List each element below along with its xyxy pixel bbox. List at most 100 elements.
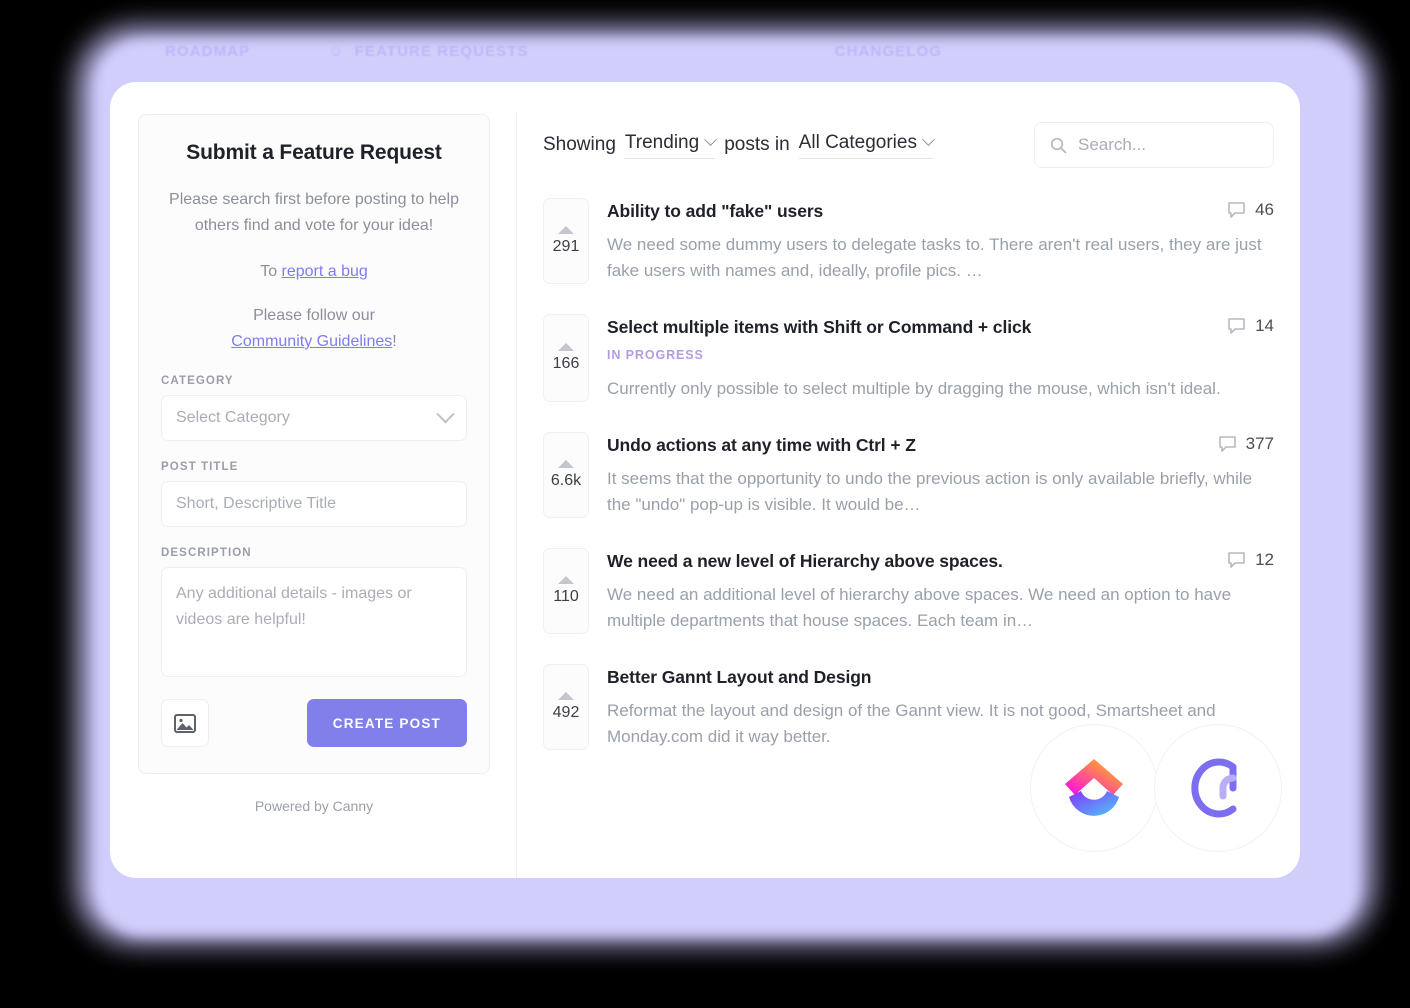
upvote-arrow-icon <box>558 343 574 351</box>
post-body: Ability to add "fake" users 46 We need s… <box>607 198 1274 284</box>
upvote-button[interactable]: 166 <box>543 314 589 402</box>
sort-dropdown[interactable]: Trending <box>624 131 718 159</box>
post-header: Better Gannt Layout and Design <box>607 665 1274 689</box>
comment-indicator: 14 <box>1227 315 1274 336</box>
community-guidelines-link[interactable]: Community Guidelines <box>231 333 392 350</box>
create-post-button[interactable]: CREATE POST <box>306 699 467 747</box>
post-title[interactable]: We need a new level of Hierarchy above s… <box>607 549 1003 573</box>
comment-indicator: 377 <box>1218 433 1274 454</box>
chevron-down-icon <box>704 133 718 147</box>
upvote-button[interactable]: 291 <box>543 198 589 284</box>
megaphone-icon: ☺ <box>328 42 345 60</box>
form-title: Submit a Feature Request <box>186 141 442 164</box>
sort-dropdown-value: Trending <box>624 131 700 153</box>
post-list-item[interactable]: 6.6k Undo actions at any time with Ctrl … <box>543 432 1274 518</box>
vote-count: 166 <box>552 355 580 372</box>
post-title-input[interactable]: Short, Descriptive Title <box>161 481 467 527</box>
comment-count: 14 <box>1255 316 1274 335</box>
search-icon <box>1050 137 1067 153</box>
description-label: DESCRIPTION <box>161 547 252 559</box>
form-blurb-report-bug: To report a bug <box>161 259 467 285</box>
form-actions: CREATE POST <box>161 699 467 747</box>
nav-item-roadmap[interactable]: ROADMAP <box>165 43 250 60</box>
app-card: Submit a Feature Request Please search f… <box>110 82 1300 878</box>
post-title[interactable]: Ability to add "fake" users <box>607 199 823 223</box>
canny-logo <box>1191 758 1237 818</box>
form-blurb-guidelines: Please follow our Community Guidelines! <box>161 303 467 355</box>
post-list-item[interactable]: 166 Select multiple items with Shift or … <box>543 314 1274 402</box>
report-bug-prefix: To <box>260 263 282 280</box>
chevron-down-icon <box>436 404 455 423</box>
post-list-item[interactable]: 291 Ability to add "fake" users 46 We ne… <box>543 198 1274 284</box>
submit-form-panel: Submit a Feature Request Please search f… <box>138 114 490 774</box>
comment-count: 46 <box>1255 200 1274 219</box>
upvote-arrow-icon <box>558 460 574 468</box>
upvote-button[interactable]: 492 <box>543 664 589 750</box>
screenshot-stage: ROADMAP ☺ FEATURE REQUESTS CHANGELOG Sub… <box>0 0 1410 1008</box>
post-title-placeholder: Short, Descriptive Title <box>176 495 337 512</box>
comment-icon <box>1228 318 1245 334</box>
nav-item-changelog[interactable]: CHANGELOG <box>835 43 942 60</box>
powered-by-canny: Powered by Canny <box>254 798 374 814</box>
post-header: We need a new level of Hierarchy above s… <box>607 549 1274 573</box>
post-body: We need a new level of Hierarchy above s… <box>607 548 1274 634</box>
brand-badges <box>1030 724 1282 852</box>
vote-count: 110 <box>553 588 579 605</box>
comment-count: 377 <box>1245 434 1274 453</box>
upvote-arrow-icon <box>558 692 574 700</box>
status-badge: IN PROGRESS <box>607 348 704 362</box>
post-title[interactable]: Select multiple items with Shift or Comm… <box>607 315 1031 339</box>
post-description: We need an additional level of hierarchy… <box>607 585 1232 630</box>
form-blurb-search-first: Please search first before posting to he… <box>169 191 459 234</box>
image-upload-button[interactable] <box>161 699 209 747</box>
post-header: Ability to add "fake" users 46 <box>607 199 1274 223</box>
post-title[interactable]: Undo actions at any time with Ctrl + Z <box>607 433 916 457</box>
upvote-arrow-icon <box>558 576 574 584</box>
card-inner: Submit a Feature Request Please search f… <box>110 82 1300 878</box>
upvote-button[interactable]: 110 <box>543 548 589 634</box>
category-label: CATEGORY <box>161 375 234 387</box>
posts-column: Showing Trending posts in All Categories <box>516 114 1282 878</box>
upvote-arrow-icon <box>558 226 574 234</box>
category-select[interactable]: Select Category <box>161 395 467 441</box>
post-description: We need some dummy users to delegate tas… <box>607 235 1262 280</box>
post-title[interactable]: Better Gannt Layout and Design <box>607 665 871 689</box>
category-filter-dropdown[interactable]: All Categories <box>798 131 935 159</box>
post-header: Undo actions at any time with Ctrl + Z 3… <box>607 433 1274 457</box>
top-nav-ghost: ROADMAP ☺ FEATURE REQUESTS CHANGELOG <box>120 38 1330 64</box>
upvote-button[interactable]: 6.6k <box>543 432 589 518</box>
nav-item-label: CHANGELOG <box>834 42 943 60</box>
vote-count: 492 <box>552 704 580 721</box>
post-description: Currently only possible to select multip… <box>607 379 1221 398</box>
guidelines-prefix: Please follow our <box>253 307 375 324</box>
chevron-down-icon <box>922 133 935 147</box>
category-select-value: Select Category <box>176 409 290 426</box>
filter-bar: Showing Trending posts in All Categories <box>543 122 1274 168</box>
nav-item-feature-requests[interactable]: ☺ FEATURE REQUESTS <box>328 43 528 60</box>
clickup-logo-badge <box>1030 724 1158 852</box>
report-a-bug-link[interactable]: report a bug <box>282 263 368 280</box>
vote-count: 291 <box>552 238 580 255</box>
guidelines-suffix: ! <box>392 333 397 350</box>
post-description: It seems that the opportunity to undo th… <box>607 469 1253 514</box>
showing-label: Showing <box>543 134 616 155</box>
category-filter-value: All Categories <box>798 131 917 153</box>
post-title-label: POST TITLE <box>161 461 239 473</box>
post-body: Select multiple items with Shift or Comm… <box>607 314 1274 402</box>
vote-count: 6.6k <box>550 472 582 489</box>
search-input[interactable]: Search... <box>1034 122 1274 168</box>
comment-indicator: 12 <box>1227 549 1274 570</box>
post-header: Select multiple items with Shift or Comm… <box>607 315 1274 339</box>
comment-icon <box>1218 436 1236 452</box>
comment-icon <box>1228 552 1245 568</box>
description-textarea[interactable]: Any additional details - images or video… <box>161 567 467 677</box>
comment-indicator: 46 <box>1227 199 1274 220</box>
nav-item-label: FEATURE REQUESTS <box>354 42 529 60</box>
description-placeholder: Any additional details - images or video… <box>176 585 412 628</box>
post-list-item[interactable]: 110 We need a new level of Hierarchy abo… <box>543 548 1274 634</box>
canny-logo-badge <box>1154 724 1282 852</box>
post-body: Undo actions at any time with Ctrl + Z 3… <box>607 432 1274 518</box>
submit-form-column: Submit a Feature Request Please search f… <box>138 114 490 878</box>
search-placeholder: Search... <box>1078 135 1147 154</box>
comment-count: 12 <box>1255 550 1274 569</box>
